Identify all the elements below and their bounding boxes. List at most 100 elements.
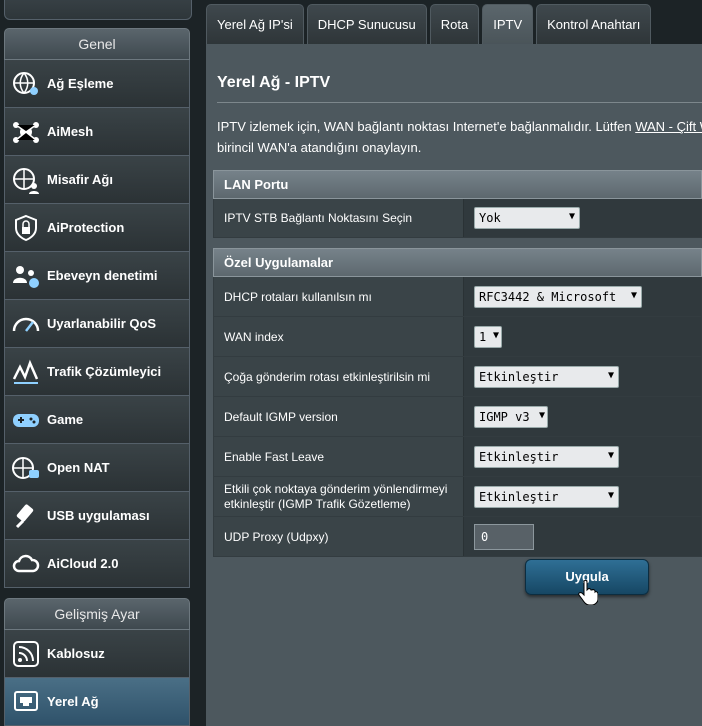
traffic-analyzer-icon (5, 348, 47, 395)
parental-control-icon (5, 252, 47, 299)
wan-dual-wan-link[interactable]: WAN - Çift W (635, 119, 702, 134)
chevron-down-icon: ▼ (607, 489, 614, 501)
multicast-routing-select[interactable]: Etkinleştir ▼ (474, 365, 619, 388)
table-row: WAN index 1 ▼ (213, 317, 702, 357)
sidebar-item-label: Game (47, 412, 84, 427)
shield-lock-icon (5, 204, 47, 251)
row-value-cell: IGMP v3 ▼ (464, 397, 701, 436)
sidebar-item-adaptive-qos[interactable]: Uyarlanabilir QoS (4, 300, 190, 348)
table-row: Enable Fast Leave Etkinleştir ▼ (213, 437, 702, 477)
chevron-down-icon: ▼ (607, 369, 614, 381)
hand-pointer-icon (578, 579, 599, 610)
sidebar-item-label: Yerel Ağ (47, 694, 99, 709)
section-header: LAN Portu (213, 170, 702, 199)
igmp-version-select[interactable]: IGMP v3 ▼ (474, 405, 548, 428)
description-text-2: birincil WAN'a atandığını onaylayın. (217, 140, 422, 155)
chevron-down-icon: ▼ (492, 329, 499, 341)
sidebar-item-usb-application[interactable]: USB uygulaması (4, 492, 190, 540)
description-text: IPTV izlemek için, WAN bağlantı noktası … (217, 119, 636, 134)
row-label: IPTV STB Bağlantı Noktasını Seçin (214, 199, 464, 237)
row-value-cell: 1 ▼ (464, 317, 701, 356)
sidebar-group-advanced: Gelişmiş Ayar Kablosuz Yerel Ağ (4, 598, 190, 726)
sidebar-item-parental-control[interactable]: Ebeveyn denetimi (4, 252, 190, 300)
cloud-icon (5, 540, 47, 587)
table-row: Etkili çok noktaya gönderim yönlendirmey… (213, 477, 702, 517)
sidebar-item-label: USB uygulaması (47, 508, 150, 523)
network-map-icon (5, 60, 47, 107)
chevron-down-icon: ▼ (568, 211, 575, 222)
table-row: Default IGMP version IGMP v3 ▼ (213, 397, 702, 437)
row-label: WAN index (214, 317, 464, 356)
select-value: IGMP v3 (479, 409, 530, 424)
guest-network-icon (5, 156, 47, 203)
sidebar-item-label: Ebeveyn denetimi (47, 268, 158, 283)
chevron-down-icon: ▼ (630, 289, 637, 301)
sidebar-item-traffic-analyzer[interactable]: Trafik Çözümleyici (4, 348, 190, 396)
sidebar-item-lan[interactable]: Yerel Ağ (4, 678, 190, 726)
dhcp-routes-select[interactable]: RFC3442 & Microsoft ▼ (474, 285, 642, 308)
sidebar-item-label: AiMesh (47, 124, 94, 139)
table-row: IPTV STB Bağlantı Noktasını Seçin Yok ▼ (213, 199, 702, 238)
tab-switch-control[interactable]: Kontrol Anahtarı (536, 4, 652, 45)
igmp-snooping-select[interactable]: Etkinleştir ▼ (474, 485, 619, 508)
select-value: 1 (479, 329, 487, 344)
wan-index-select[interactable]: 1 ▼ (474, 325, 502, 348)
speedometer-icon (5, 300, 47, 347)
sidebar-group-general: Genel Ağ Eşleme AiMesh Misafir Ağı AiPro… (4, 28, 190, 588)
section-header: Özel Uygulamalar (213, 248, 702, 277)
lan-port-table: LAN Portu IPTV STB Bağlantı Noktasını Se… (213, 170, 702, 238)
lan-icon (5, 678, 47, 725)
sidebar-item-aimesh[interactable]: AiMesh (4, 108, 190, 156)
stb-port-select[interactable]: Yok ▼ (474, 207, 580, 229)
row-label: Etkili çok noktaya gönderim yönlendirmey… (214, 477, 464, 516)
row-label: Enable Fast Leave (214, 437, 464, 476)
udp-proxy-input[interactable]: 0 (474, 523, 534, 550)
select-value: Etkinleştir (479, 449, 559, 464)
sidebar-item-network-map[interactable]: Ağ Eşleme (4, 60, 190, 108)
sidebar-item-open-nat[interactable]: Open NAT (4, 444, 190, 492)
sidebar-item-label: Misafir Ağı (47, 172, 113, 187)
row-value-cell: Yok ▼ (464, 199, 701, 237)
table-row: DHCP rotaları kullanılsın mı RFC3442 & M… (213, 277, 702, 317)
select-value: RFC3442 & Microsoft (479, 289, 617, 304)
sidebar-group-title: Genel (4, 28, 190, 60)
chevron-down-icon: ▼ (607, 449, 614, 461)
sidebar-item-game[interactable]: Game (4, 396, 190, 444)
tab-iptv[interactable]: IPTV (482, 4, 534, 45)
sidebar-item-guest-network[interactable]: Misafir Ağı (4, 156, 190, 204)
sidebar-item-label: Kablosuz (47, 646, 105, 661)
tab-dhcp-server[interactable]: DHCP Sunucusu (306, 4, 427, 45)
table-row: Çoğa gönderim rotası etkinleştirilsin mi… (213, 357, 702, 397)
sidebar-item-label: Uyarlanabilir QoS (47, 316, 157, 331)
aimesh-icon (5, 108, 47, 155)
select-value: Yok (479, 211, 501, 225)
open-nat-icon (5, 444, 47, 491)
row-label: Çoğa gönderim rotası etkinleştirilsin mi (214, 357, 464, 396)
tab-bar: Yerel Ağ IP'si DHCP Sunucusu Rota IPTV K… (206, 4, 652, 45)
sidebar-item-wireless[interactable]: Kablosuz (4, 630, 190, 678)
sidebar-item-label: AiProtection (47, 220, 125, 235)
select-value: Etkinleştir (479, 489, 559, 504)
row-label: DHCP rotaları kullanılsın mı (214, 277, 464, 316)
usb-icon (5, 492, 47, 539)
sidebar-item-label: Open NAT (47, 460, 110, 475)
title-divider (217, 102, 702, 103)
sidebar-item-label: AiCloud 2.0 (47, 556, 119, 571)
wireless-icon (5, 630, 47, 677)
fast-leave-select[interactable]: Etkinleştir ▼ (474, 445, 619, 468)
chevron-down-icon: ▼ (538, 409, 545, 421)
row-label: Default IGMP version (214, 397, 464, 436)
sidebar-item-aicloud[interactable]: AiCloud 2.0 (4, 540, 190, 588)
row-label: UDP Proxy (Udpxy) (214, 517, 464, 556)
sidebar-group-title: Gelişmiş Ayar (4, 598, 190, 630)
table-row: UDP Proxy (Udpxy) 0 (213, 517, 702, 557)
gamepad-icon (5, 396, 47, 443)
row-value-cell: Etkinleştir ▼ (464, 477, 701, 516)
sidebar-top-item-stub[interactable] (4, 0, 192, 20)
sidebar-item-aiprotection[interactable]: AiProtection (4, 204, 190, 252)
tab-lan-ip[interactable]: Yerel Ağ IP'si (206, 4, 304, 45)
special-apps-table: Özel Uygulamalar DHCP rotaları kullanıls… (213, 248, 702, 557)
tab-route[interactable]: Rota (429, 4, 480, 45)
row-value-cell: RFC3442 & Microsoft ▼ (464, 277, 701, 316)
sidebar-item-label: Ağ Eşleme (47, 76, 114, 91)
